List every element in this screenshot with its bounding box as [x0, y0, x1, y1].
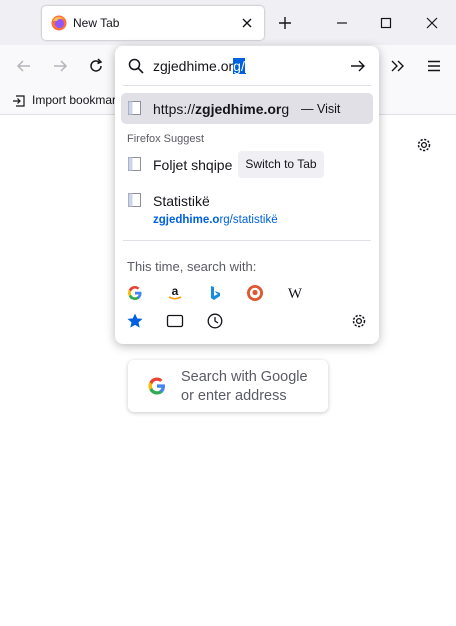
search-placeholder: Search with Google or enter address — [181, 369, 308, 404]
duckduckgo-icon[interactable] — [246, 284, 264, 302]
google-icon[interactable] — [126, 284, 144, 302]
tab-title: New Tab — [73, 16, 120, 30]
new-tab-search-box[interactable]: Search with Google or enter address — [128, 360, 328, 412]
search-icon — [128, 58, 144, 74]
maximize-icon[interactable] — [377, 14, 395, 32]
page-icon — [128, 193, 141, 207]
overflow-chevrons-icon[interactable] — [389, 57, 407, 75]
wikipedia-icon[interactable]: W — [286, 284, 304, 302]
svg-text:a: a — [172, 284, 179, 298]
divider — [123, 85, 371, 86]
urlbar-typed: zgjedhime.o — [153, 58, 229, 74]
result-url: https://zgjedhime.org — [153, 101, 290, 117]
page-icon — [128, 157, 141, 171]
firefox-icon — [51, 15, 67, 31]
urlbar-autofill-selection: g/ — [233, 58, 246, 74]
result-title[interactable]: Statistikë — [153, 193, 210, 209]
divider — [123, 240, 371, 241]
import-icon — [13, 95, 25, 107]
menu-hamburger-icon[interactable] — [425, 57, 443, 75]
result-action-visit: — Visit — [301, 102, 341, 116]
result-url: zgjedhime.org/statistikë — [153, 214, 278, 226]
forward-arrow-icon[interactable] — [51, 57, 69, 75]
section-label-firefox-suggest: Firefox Suggest — [127, 133, 205, 145]
tab-new-tab[interactable]: New Tab — [42, 6, 264, 40]
plus-icon[interactable] — [276, 14, 294, 32]
result-title[interactable]: Foljet shqipe — [153, 157, 232, 173]
gear-icon[interactable] — [415, 136, 433, 154]
close-icon[interactable] — [239, 15, 255, 31]
bookmarks-star-icon[interactable] — [126, 312, 144, 330]
tabs-icon[interactable] — [166, 312, 184, 330]
window-close-icon[interactable] — [423, 14, 441, 32]
minimize-icon[interactable] — [333, 14, 351, 32]
go-arrow-icon[interactable] — [349, 57, 367, 75]
google-icon — [148, 377, 165, 395]
svg-text:W: W — [288, 286, 303, 302]
switch-to-tab-button[interactable]: Switch to Tab — [238, 151, 324, 178]
reload-icon[interactable] — [87, 57, 105, 75]
amazon-icon[interactable]: a — [166, 284, 184, 302]
search-with-label: This time, search with: — [127, 259, 257, 274]
urlbar-input[interactable]: zgjedhime.org/ — [153, 58, 246, 75]
page-icon — [128, 101, 141, 115]
history-clock-icon[interactable] — [206, 312, 224, 330]
back-arrow-icon[interactable] — [15, 57, 33, 75]
bing-icon[interactable] — [206, 284, 224, 302]
tab-strip: New Tab — [0, 0, 456, 45]
urlbar-popup: zgjedhime.org/ https://zgjedhime.org — V… — [115, 46, 379, 344]
gear-icon[interactable] — [350, 312, 368, 330]
